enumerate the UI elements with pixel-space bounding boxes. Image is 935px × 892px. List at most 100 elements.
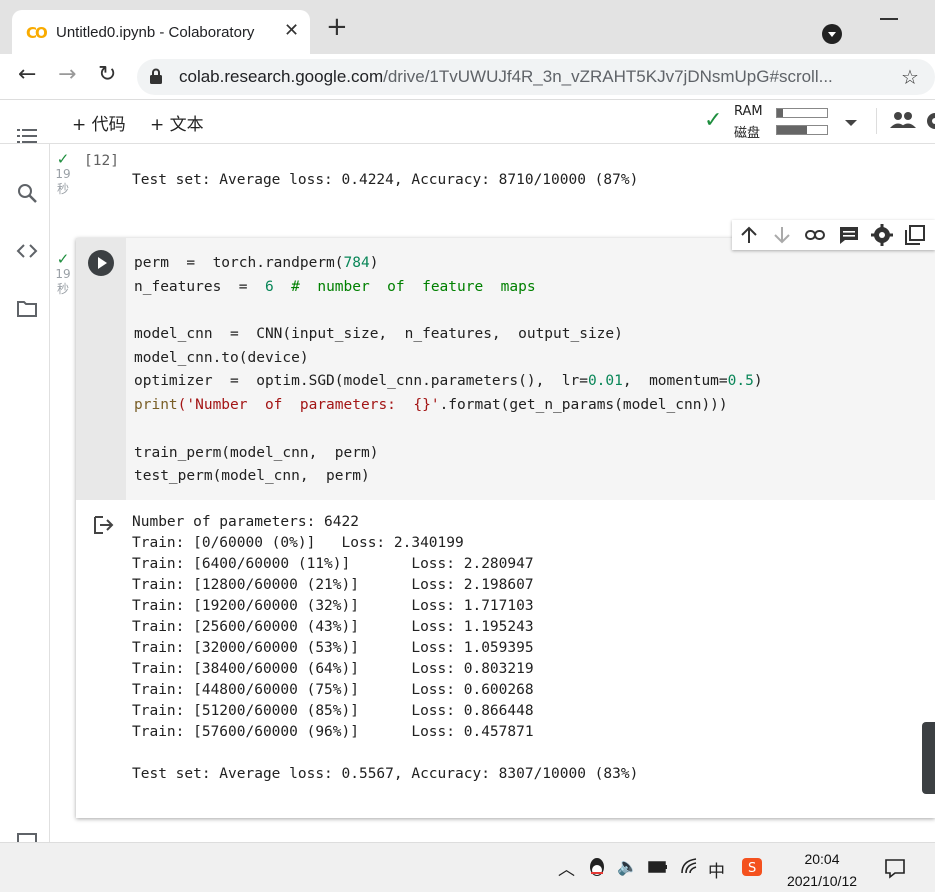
- code-line: test_perm(model_cnn, perm): [134, 465, 935, 489]
- prev-cell-output: Test set: Average loss: 0.4224, Accuracy…: [132, 172, 639, 188]
- minimize-button[interactable]: [880, 18, 898, 20]
- battery-icon[interactable]: [648, 861, 668, 873]
- browser-toolbar: ← → ↻ colab.research.google.com/drive/1T…: [0, 54, 935, 100]
- code-token: train_perm(model_cnn, perm): [134, 444, 379, 461]
- code-line: perm = torch.randperm(784): [134, 252, 935, 276]
- code-line: print('Number of parameters: {}'.format(…: [134, 394, 935, 418]
- add-code-button[interactable]: + 代码: [72, 110, 126, 135]
- output-line: Test set: Average loss: 0.5567, Accuracy…: [132, 766, 639, 782]
- url-host: colab.research.google.com: [179, 67, 384, 86]
- wifi-icon[interactable]: [680, 857, 700, 875]
- code-token: .format(get_n_params(model_cnn))): [439, 397, 728, 414]
- cell-status: ✓ 19 秒: [54, 252, 72, 297]
- clock-date: 2021/10/12: [786, 873, 858, 889]
- code-token: 784: [343, 255, 370, 271]
- ram-bar: [776, 108, 828, 118]
- output-line: Train: [25600/60000 (43%)] Loss: 1.19524…: [132, 619, 534, 635]
- tab-title: Untitled0.ipynb - Colaboratory: [56, 24, 255, 41]
- success-check-icon: ✓: [56, 150, 70, 168]
- output-line: Train: [44800/60000 (75%)] Loss: 0.60026…: [132, 682, 534, 698]
- gear-icon[interactable]: [871, 224, 893, 246]
- disk-bar-fill: [777, 126, 807, 134]
- code-token: ('Number of parameters: {}': [177, 397, 440, 414]
- close-icon[interactable]: ✕: [284, 20, 299, 41]
- output-line: Train: [57600/60000 (96%)] Loss: 0.45787…: [132, 724, 534, 740]
- qq-icon[interactable]: [588, 857, 606, 879]
- prev-cell-time-unit: 秒: [56, 182, 69, 196]
- notification-icon[interactable]: [884, 857, 906, 879]
- code-token: 0.5: [727, 373, 754, 390]
- code-token: , momentum=: [622, 373, 728, 390]
- code-token: n_features =: [134, 278, 265, 295]
- code-token: perm = torch.randperm(: [134, 255, 344, 271]
- disk-bar: [776, 125, 828, 135]
- arrow-down-icon[interactable]: [771, 224, 793, 246]
- run-icon[interactable]: [88, 250, 114, 276]
- browser-tab-strip: CO Untitled0.ipynb - Colaboratory ✕ +: [0, 0, 935, 54]
- code-cell[interactable]: perm = torch.randperm(784) n_features = 6…: [76, 238, 935, 818]
- prev-cell-time: 19: [55, 167, 71, 181]
- volume-icon[interactable]: 🔈: [617, 857, 638, 877]
- toolbar-divider: [876, 108, 877, 134]
- scrollbar-grip[interactable]: [922, 722, 935, 794]
- code-token: 0.01: [587, 373, 623, 390]
- output-icon[interactable]: [92, 514, 114, 536]
- comment-icon[interactable]: [838, 224, 860, 246]
- url-text: colab.research.google.com/drive/1TvUWUJf…: [179, 67, 889, 87]
- people-icon[interactable]: [890, 110, 916, 130]
- disk-label: 磁盘: [734, 126, 761, 141]
- link-icon[interactable]: [804, 224, 826, 246]
- output-line: Train: [51200/60000 (85%)] Loss: 0.86644…: [132, 703, 534, 719]
- code-line: model_cnn = CNN(input_size, n_features, …: [134, 323, 935, 347]
- sogou-icon[interactable]: S: [742, 858, 762, 876]
- arrow-up-icon[interactable]: [738, 224, 760, 246]
- prev-cell-exec-count: [12]: [84, 153, 119, 169]
- plus-icon[interactable]: +: [326, 14, 348, 40]
- terminal-icon[interactable]: [17, 833, 37, 842]
- settings-gear-icon[interactable]: [924, 110, 935, 132]
- add-text-button[interactable]: + 文本: [150, 110, 204, 135]
- colab-logo-icon: CO: [26, 24, 48, 42]
- code-line: train_perm(model_cnn, perm): [134, 442, 935, 466]
- system-clock[interactable]: 20:04 2021/10/12: [770, 848, 874, 892]
- code-line: model_cnn.to(device): [134, 347, 935, 371]
- success-check-icon: ✓: [56, 250, 70, 268]
- forward-icon[interactable]: →: [58, 62, 76, 87]
- prev-cell-status: ✓ 19 秒: [54, 152, 72, 197]
- cell-output: Number of parameters: 6422 Train: [0/6000…: [132, 512, 638, 785]
- chevron-down-icon[interactable]: [845, 120, 857, 126]
- search-icon[interactable]: [17, 183, 37, 203]
- profile-icon[interactable]: [822, 24, 842, 44]
- star-icon[interactable]: ☆: [901, 65, 919, 89]
- cell-toolbar: [732, 220, 935, 250]
- code-icon[interactable]: [16, 243, 38, 259]
- tray-chevron-up-icon[interactable]: ︿: [558, 855, 575, 880]
- ram-bar-fill: [777, 109, 783, 117]
- ime-indicator[interactable]: 中: [708, 857, 725, 882]
- reload-icon[interactable]: ↻: [98, 62, 116, 87]
- back-icon[interactable]: ←: [18, 62, 36, 87]
- ram-label: RAM: [734, 104, 763, 119]
- folder-icon[interactable]: [17, 300, 37, 317]
- output-line: Train: [12800/60000 (21%)] Loss: 2.19860…: [132, 577, 534, 593]
- toc-icon[interactable]: [17, 127, 37, 145]
- code-editor[interactable]: perm = torch.randperm(784) n_features = 6…: [126, 238, 935, 500]
- colab-toolbar: + 代码 + 文本 ✓ RAM 磁盘: [0, 100, 935, 144]
- connected-check-icon: ✓: [704, 108, 723, 133]
- browser-tab[interactable]: CO Untitled0.ipynb - Colaboratory ✕: [12, 10, 310, 54]
- url-path: /drive/1TvUWUJf4R_3n_vZRAHT5KJv7jDNsmUpG…: [383, 67, 833, 86]
- code-line: optimizer = optim.SGD(model_cnn.paramete…: [134, 370, 935, 394]
- mirror-icon[interactable]: [904, 224, 926, 246]
- address-bar[interactable]: colab.research.google.com/drive/1TvUWUJf…: [137, 59, 935, 95]
- code-token: ): [369, 255, 379, 271]
- code-token: test_perm(model_cnn, perm): [134, 468, 370, 485]
- code-token: print: [134, 397, 178, 414]
- lock-icon: [150, 68, 162, 84]
- code-token: # number of feature maps: [273, 278, 536, 295]
- cell-time-unit: 秒: [56, 282, 69, 296]
- output-line: Train: [19200/60000 (32%)] Loss: 1.71710…: [132, 598, 534, 614]
- cell-time: 19: [55, 267, 71, 281]
